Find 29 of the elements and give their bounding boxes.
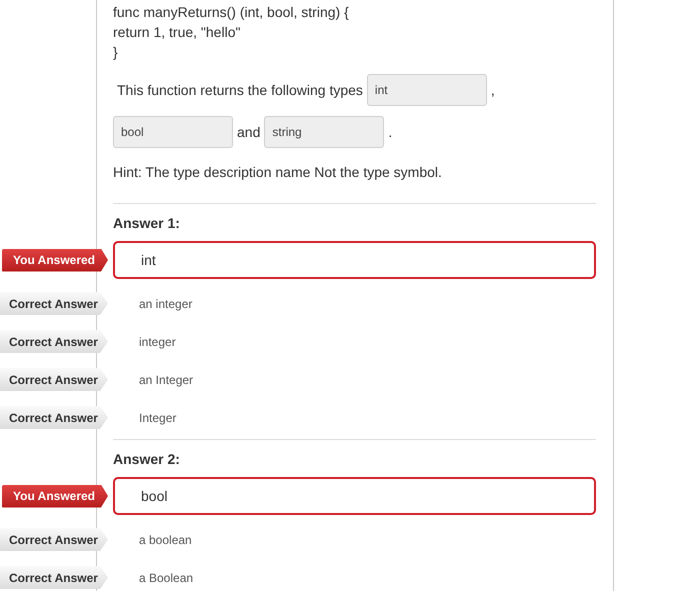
correct-answer-tag: Correct Answer	[0, 566, 108, 589]
correct-answer-tag: Correct Answer	[0, 292, 108, 315]
answer-field[interactable]: bool	[113, 116, 233, 148]
answer-heading: Answer 1:	[113, 214, 181, 233]
correct-answer-tag: Correct Answer	[0, 368, 108, 391]
answer-field[interactable]: int	[366, 74, 487, 106]
sentence-text: ,	[490, 81, 495, 100]
correct-answer-text: Integer	[139, 410, 176, 426]
correct-answer-text: a boolean	[139, 532, 192, 548]
sentence-text: This function returns the following types	[117, 81, 363, 100]
hint-text: Hint: The type description name Not the type symbol.	[113, 163, 443, 182]
answer-field[interactable]: string	[264, 116, 384, 148]
correct-answer-text: integer	[139, 334, 176, 350]
correct-answer-tag: Correct Answer	[0, 528, 108, 551]
correct-answer-text: an integer	[139, 296, 192, 312]
code-line: func manyReturns() (int, bool, string) {	[113, 3, 350, 22]
sentence-text: .	[388, 123, 392, 142]
response-field: int	[113, 241, 596, 279]
sentence-text: and	[237, 123, 260, 142]
correct-answer-tag: Correct Answer	[0, 330, 108, 353]
code-line: return 1, true, "hello"	[113, 23, 242, 42]
you-answered-tag: You Answered	[2, 248, 108, 272]
you-answered-tag: You Answered	[2, 484, 108, 508]
correct-answer-tag: Correct Answer	[0, 406, 108, 429]
answer-heading: Answer 2:	[113, 450, 181, 469]
correct-answer-text: an Integer	[139, 372, 194, 388]
response-field: bool	[113, 477, 596, 515]
correct-answer-text: a Boolean	[139, 570, 194, 586]
code-line: }	[113, 43, 119, 62]
